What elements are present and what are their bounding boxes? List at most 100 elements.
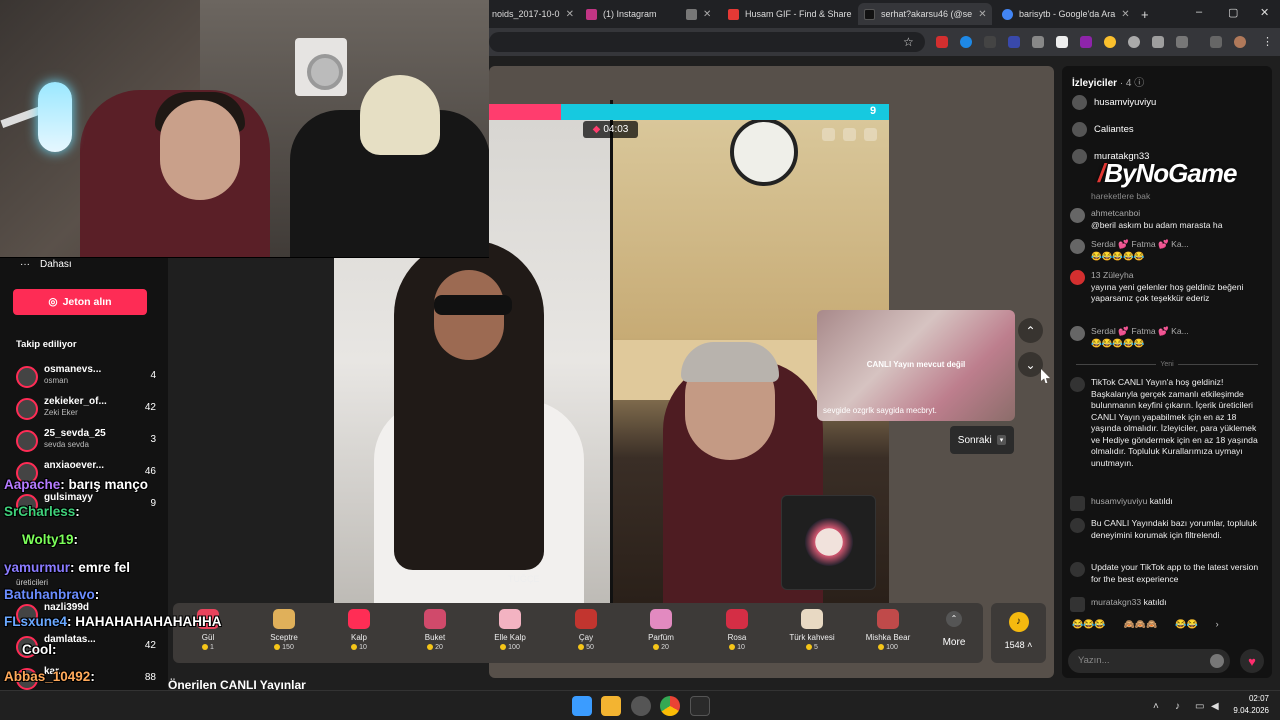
followed-item[interactable]: osmanevs... osman 4 <box>16 364 156 392</box>
gift-price: 1 <box>173 644 243 651</box>
chevron-up-icon[interactable]: ⌃ <box>1018 318 1043 343</box>
maximize-button[interactable]: ▢ <box>1228 6 1238 19</box>
gift-item[interactable]: Türk kahvesi 5 <box>777 607 847 661</box>
close-icon[interactable]: ✕ <box>978 9 986 20</box>
person-hair <box>681 342 779 382</box>
app-icon[interactable] <box>631 696 651 716</box>
guest-tile[interactable] <box>781 495 876 590</box>
mic-icon[interactable]: ♪ <box>1175 701 1180 712</box>
system-message: TikTok CANLI Yayın'a hoş geldiniz! Başka… <box>1070 377 1266 469</box>
info-icon[interactable]: ⓘ <box>1134 78 1144 89</box>
file-explorer-icon[interactable] <box>601 696 621 716</box>
coin-icon <box>729 644 736 651</box>
followed-item[interactable]: 25_sevda_25 sevda sevda 3 <box>16 428 156 456</box>
browser-tab[interactable]: ✕ <box>680 3 720 25</box>
buy-coins-label: Jeton alın <box>62 296 112 308</box>
extension-icon[interactable] <box>984 36 996 48</box>
gift-name: Rosa <box>727 633 747 642</box>
chat-message: : barış manço <box>60 477 149 492</box>
system-message: Bu CANLI Yayındaki bazı yorumlar, toplul… <box>1070 518 1266 541</box>
gift-item[interactable]: Mishka Bear 100 <box>853 607 923 661</box>
twitch-chat-line: FLsxune4: HAHAHAHAHAHAHHA <box>4 614 222 629</box>
emoji-icon[interactable] <box>1210 654 1224 668</box>
gift-price: 5 <box>777 644 847 651</box>
browser-tab[interactable]: barisytb - Google'da Ara ✕ <box>996 3 1132 25</box>
more-menu-item[interactable]: ··· Dahası <box>20 259 72 270</box>
extension-icon[interactable] <box>1008 36 1020 48</box>
network-icon[interactable]: ▭ <box>1195 701 1204 712</box>
close-window-button[interactable]: ✕ <box>1260 6 1269 19</box>
gift-item[interactable]: Kalp 10 <box>324 607 394 661</box>
next-button[interactable]: Sonraki ▾ <box>950 426 1014 454</box>
viewer-count: 42 <box>144 402 156 413</box>
gift-hand-heart-icon <box>499 609 521 629</box>
left-host-name: TUĞÇE <box>508 574 540 584</box>
new-tab-button[interactable]: + <box>1135 3 1155 25</box>
address-bar[interactable] <box>489 32 925 52</box>
extension-icon[interactable] <box>960 36 972 48</box>
volume-icon[interactable]: ◀ <box>1211 701 1219 712</box>
chat-input[interactable]: Yazın... <box>1068 649 1230 673</box>
avatar <box>1070 239 1085 254</box>
gift-price: 100 <box>475 644 545 651</box>
chevron-up-icon[interactable]: ˄ <box>1153 701 1159 712</box>
browser-tab-active[interactable]: serhat?akarsu46 (@se ✕ <box>858 3 992 25</box>
tab-title: (1) Instagram <box>603 9 657 19</box>
gift-item[interactable]: Parfüm 20 <box>626 607 696 661</box>
minimize-button[interactable]: – <box>1196 6 1202 18</box>
followed-item[interactable]: zekieker_of... Zeki Eker 42 <box>16 396 156 424</box>
viewer-item[interactable]: husamviyuviyu <box>1072 92 1156 112</box>
gift-item[interactable]: Elle Kalp 100 <box>475 607 545 661</box>
gift-item[interactable]: Çay 50 <box>551 607 621 661</box>
browser-tab[interactable]: noids_2017-10-0 ✕ <box>486 3 576 25</box>
star-icon[interactable]: ☆ <box>903 35 914 49</box>
terminal-icon[interactable] <box>690 696 710 716</box>
filter-text: Bu CANLI Yayındaki bazı yorumlar, toplul… <box>1091 518 1257 540</box>
extension-icon[interactable] <box>1104 36 1116 48</box>
gift-bear-icon <box>877 609 899 629</box>
gift-item[interactable]: Rosa 10 <box>702 607 772 661</box>
kebab-menu-icon[interactable]: ⋮ <box>1262 35 1273 48</box>
quick-emoji[interactable]: 😂😂😂 <box>1072 619 1106 635</box>
chrome-icon[interactable] <box>660 696 680 716</box>
viewer-item[interactable]: Caliantes <box>1072 119 1134 139</box>
close-icon[interactable]: ✕ <box>1121 9 1129 20</box>
caret-up-icon: ˄ <box>1024 640 1033 650</box>
join-icon <box>1070 597 1085 612</box>
menu-icon[interactable] <box>1210 36 1222 48</box>
adblock-icon[interactable] <box>936 36 948 48</box>
extension-icon[interactable] <box>1128 36 1140 48</box>
extension-icon[interactable] <box>1080 36 1092 48</box>
more-gifts-button[interactable]: ⌃ More <box>935 611 973 648</box>
chat-user: yamurmur <box>4 560 71 575</box>
buy-coins-button[interactable]: ◎ Jeton alın <box>13 289 147 315</box>
puzzle-icon[interactable] <box>1176 36 1188 48</box>
next-live-preview[interactable]: CANLI Yayın mevcut değil sevgide ozgrlk … <box>817 310 1015 421</box>
extension-icon[interactable] <box>1032 36 1044 48</box>
gift-icon <box>843 128 856 141</box>
chevron-right-icon[interactable]: › <box>1216 619 1219 635</box>
chat-user: Aapache <box>4 477 61 492</box>
comment-user: Serdal 💕 Fatma 💕 Ka... <box>1091 326 1189 336</box>
gift-item[interactable]: Sceptre 150 <box>249 607 319 661</box>
coin-icon <box>878 644 885 651</box>
chat-user: FLsxune4 <box>4 614 68 629</box>
quick-emoji[interactable]: 😂😂 <box>1175 619 1197 635</box>
close-icon[interactable]: ✕ <box>566 9 574 20</box>
feed-icons <box>822 128 877 141</box>
battle-score-bar <box>489 104 889 120</box>
browser-tab[interactable]: Husam GIF - Find & Share <box>722 3 852 25</box>
chevron-down-icon[interactable]: ⌄ <box>1018 352 1043 377</box>
coin-balance-button[interactable]: ♪ 1548 ˄ <box>991 603 1046 663</box>
taskbar-clock[interactable]: 02:07 9.04.2026 <box>1231 693 1269 717</box>
quick-emoji[interactable]: 🙈🙈🙈 <box>1124 619 1158 635</box>
profile-avatar[interactable] <box>1234 36 1246 48</box>
extension-icon[interactable] <box>1056 36 1068 48</box>
start-icon[interactable] <box>572 696 592 716</box>
gift-item[interactable]: Buket 20 <box>400 607 470 661</box>
new-messages-divider: Yeni <box>1072 361 1262 368</box>
close-icon[interactable]: ✕ <box>703 9 711 20</box>
chat-comment: 13 Züleyha yayına yeni gelenler hoş geldi… <box>1070 270 1266 305</box>
shield-icon[interactable] <box>1152 36 1164 48</box>
like-button[interactable]: ♥ <box>1240 649 1264 673</box>
